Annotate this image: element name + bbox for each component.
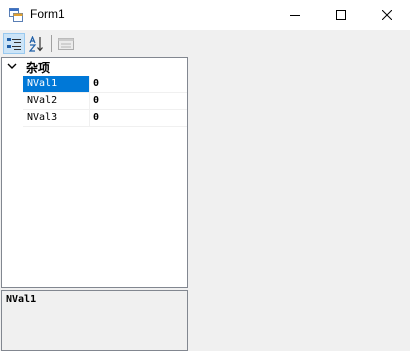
property-row[interactable]: NVal1 0 [2,76,187,93]
alphabetical-button[interactable] [26,33,48,54]
property-row[interactable]: NVal2 0 [2,93,187,110]
property-value: 0 [93,78,100,89]
row-gutter [2,110,23,127]
close-button[interactable] [364,0,410,30]
form-window: Form1 杂项 NVal1 0 NVal2 0 NVal3 0 NVal1 [0,0,410,351]
property-value: 0 [93,95,100,106]
minimize-icon [290,15,300,16]
categorized-button[interactable] [3,33,25,54]
property-name: NVal2 [27,95,58,106]
property-name: NVal1 [27,78,58,89]
category-label: 杂项 [26,61,51,75]
property-name-cell[interactable]: NVal1 [23,76,90,93]
maximize-icon [336,10,346,20]
row-gutter [2,76,23,93]
property-pages-button[interactable] [55,33,77,54]
property-value-cell[interactable]: 0 [90,93,187,110]
help-panel: NVal1 [1,290,188,351]
property-value-cell[interactable]: 0 [90,76,187,93]
window-title: Form1 [30,7,65,21]
property-value: 0 [93,112,100,123]
help-title: NVal1 [6,294,37,305]
maximize-button[interactable] [318,0,364,30]
title-bar[interactable]: Form1 [0,0,410,30]
categorized-icon [7,37,21,50]
chevron-down-icon[interactable] [7,60,17,72]
minimize-button[interactable] [272,0,318,30]
property-row[interactable]: NVal3 0 [2,110,187,127]
app-icon [9,8,23,22]
property-grid[interactable]: 杂项 NVal1 0 NVal2 0 NVal3 0 [1,57,188,288]
property-name-cell[interactable]: NVal3 [23,110,90,127]
category-row[interactable]: 杂项 [2,58,187,76]
property-name-cell[interactable]: NVal2 [23,93,90,110]
property-pages-icon [58,37,74,50]
property-name: NVal3 [27,112,58,123]
property-grid-toolbar [0,30,190,56]
alphabetical-sort-icon [29,35,43,52]
property-value-cell[interactable]: 0 [90,110,187,127]
close-icon [382,10,392,20]
toolbar-separator [51,35,52,52]
row-gutter [2,93,23,110]
